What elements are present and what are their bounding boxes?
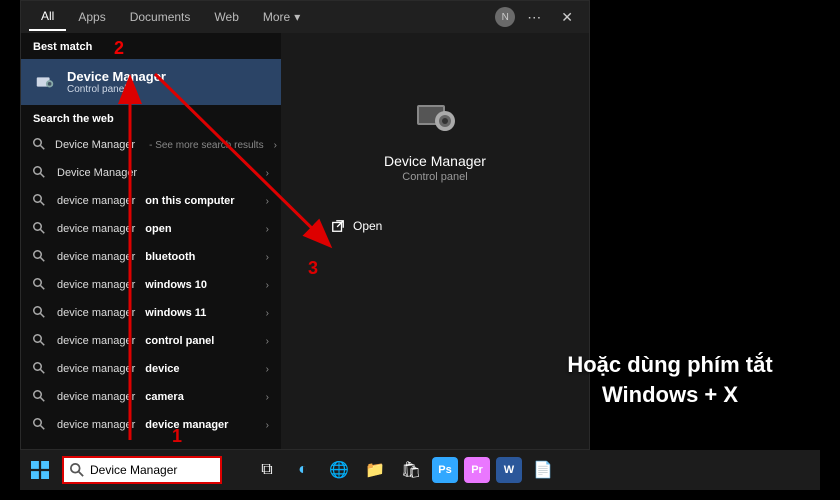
result-suffix: on this computer [145,195,234,207]
web-result-item[interactable]: device manager windows 10 › [21,271,281,299]
result-text: device manager [57,391,135,403]
search-icon [33,278,47,292]
callout-2: 2 [114,38,124,59]
web-result-item[interactable]: device manager camera › [21,383,281,411]
best-match-subtitle: Control panel [67,84,166,95]
taskbar-app-explorer[interactable]: 📁 [360,455,390,485]
taskbar-app-photoshop[interactable]: Ps [432,457,458,483]
result-text: Device Manager [55,139,135,151]
open-action[interactable]: Open [321,213,392,239]
result-text: device manager [57,195,135,207]
chevron-right-icon: › [266,168,269,179]
device-manager-icon [33,70,57,94]
search-icon [33,222,47,236]
taskbar-app-cortana[interactable]: ◐ [288,455,318,485]
web-result-item[interactable]: Device Manager › [21,159,281,187]
chevron-right-icon: › [266,392,269,403]
callout-1: 1 [172,426,182,447]
open-icon [331,219,345,233]
taskbar-app-edge[interactable]: 🌐 [324,455,354,485]
tab-web[interactable]: Web [202,4,250,30]
result-suffix: bluetooth [145,251,195,263]
result-text: Device Manager [57,167,137,179]
chevron-right-icon: › [266,308,269,319]
web-result-item[interactable]: device manager windows 11 › [21,299,281,327]
more-options-button[interactable]: ⋯ [523,5,545,30]
result-text: device manager [57,279,135,291]
chevron-right-icon: › [266,420,269,431]
taskbar-app-word[interactable]: W [496,457,522,483]
search-icon [33,390,47,404]
result-suffix: device [145,363,179,375]
result-hint: - See more search results [149,140,264,151]
user-avatar[interactable]: N [495,7,515,27]
detail-title: Device Manager [384,153,486,169]
result-text: device manager [57,307,135,319]
chevron-right-icon: › [274,140,277,151]
taskbar-app-store[interactable]: 🛍 [396,455,426,485]
web-result-item[interactable]: device manager device manager › [21,411,281,439]
start-button[interactable] [20,450,60,490]
open-label: Open [353,219,382,233]
result-suffix: windows 10 [145,279,207,291]
result-text: device manager [57,251,135,263]
search-icon [33,306,47,320]
chevron-right-icon: › [266,252,269,263]
tab-documents[interactable]: Documents [118,4,203,30]
search-web-label: Search the web [21,105,281,131]
result-suffix: camera [145,391,184,403]
best-match-label: Best match [21,33,281,59]
search-icon [33,138,45,152]
best-match-item[interactable]: Device Manager Control panel [21,59,281,105]
result-suffix: control panel [145,335,214,347]
web-result-item[interactable]: Device Manager - See more search results › [21,131,281,159]
search-icon [33,334,47,348]
search-value: Device Manager [90,463,177,477]
tab-apps[interactable]: Apps [66,4,117,30]
taskbar-search-input[interactable]: Device Manager [62,456,222,484]
result-text: device manager [57,223,135,235]
tab-all[interactable]: All [29,3,66,31]
search-icon [33,418,47,432]
web-result-item[interactable]: device manager control panel › [21,327,281,355]
result-text: device manager [57,419,135,431]
result-suffix: device manager [145,419,228,431]
close-button[interactable]: ✕ [553,5,581,30]
chevron-down-icon: ▾ [294,10,300,24]
search-icon [70,463,84,477]
taskbar: Device Manager ⧉◐🌐📁🛍PsPrW📄 [20,450,820,490]
search-tabs: All Apps Documents Web More ▾ N ⋯ ✕ [21,1,589,33]
windows-icon [31,461,49,479]
result-suffix: open [145,223,171,235]
web-result-item[interactable]: device manager device › [21,355,281,383]
chevron-right-icon: › [266,224,269,235]
search-icon [33,166,47,180]
search-icon [33,194,47,208]
result-text: device manager [57,335,135,347]
search-icon [33,250,47,264]
search-icon [33,362,47,376]
chevron-right-icon: › [266,280,269,291]
search-panel: All Apps Documents Web More ▾ N ⋯ ✕ Best… [20,0,590,450]
chevron-right-icon: › [266,364,269,375]
taskbar-app-file[interactable]: 📄 [528,455,558,485]
results-column: Best match Device Manager Control panel … [21,33,281,449]
chevron-right-icon: › [266,336,269,347]
web-result-item[interactable]: device manager on this computer › [21,187,281,215]
result-text: device manager [57,363,135,375]
detail-device-manager-icon [411,93,459,141]
tab-more[interactable]: More ▾ [251,4,312,30]
result-suffix: windows 11 [145,307,206,319]
taskbar-app-premiere[interactable]: Pr [464,457,490,483]
chevron-right-icon: › [266,196,269,207]
detail-subtitle: Control panel [402,171,467,183]
best-match-title: Device Manager [67,69,166,84]
overlay-tip-text: Hoặc dùng phím tắt Windows + X [530,350,810,409]
web-result-item[interactable]: device manager open › [21,215,281,243]
taskbar-app-task-view[interactable]: ⧉ [252,455,282,485]
callout-3: 3 [308,258,318,279]
web-result-item[interactable]: device manager bluetooth › [21,243,281,271]
